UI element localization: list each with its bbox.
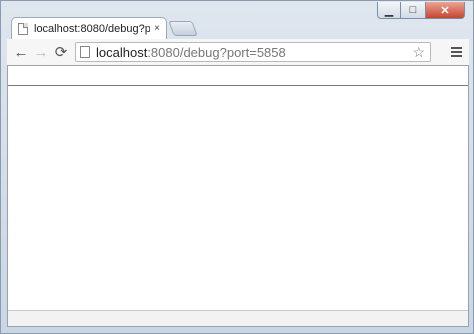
minimize-button[interactable]: ▁ [377,2,401,19]
new-tab-button[interactable] [168,21,198,36]
url-path: :8080/debug?port=5858 [147,44,286,60]
tab-close-button[interactable]: × [154,23,160,34]
close-icon: ✕ [440,4,450,17]
page-icon [18,22,28,35]
browser-toolbar: ← → ⟳ localhost:8080/debug?port=5858 ☆ [7,39,469,65]
status-bar [8,310,468,326]
back-button[interactable]: ← [11,42,31,62]
page-content [7,65,469,327]
minimize-icon: ▁ [384,4,394,17]
window-controls: ▁ □ ✕ [377,2,465,20]
reload-button[interactable]: ⟳ [51,42,71,62]
maximize-icon: □ [409,4,417,16]
maximize-button[interactable]: □ [401,2,425,19]
close-window-button[interactable]: ✕ [425,2,465,19]
address-bar[interactable]: localhost:8080/debug?port=5858 ☆ [75,42,431,62]
hamburger-icon [450,47,462,49]
browser-window: ▁ □ ✕ localhost:8080/debug?por × ← → ⟳ l… [0,0,474,334]
menu-button[interactable] [447,43,465,61]
url-text: localhost:8080/debug?port=5858 [96,45,286,60]
url-host: localhost [96,44,148,60]
devtools-toolbar [8,66,468,86]
bookmark-star-icon[interactable]: ☆ [412,44,425,61]
page-icon [80,46,90,58]
tab-title: localhost:8080/debug?por [34,22,151,35]
forward-button[interactable]: → [31,42,51,62]
tab-active[interactable]: localhost:8080/debug?por × [11,17,167,39]
